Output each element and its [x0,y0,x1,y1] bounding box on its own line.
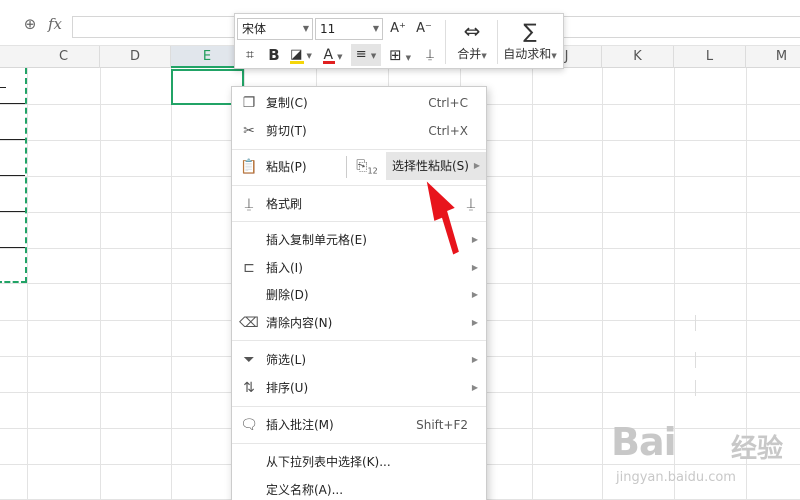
borders-button[interactable]: ⊞ ▼ [385,44,415,66]
align-button[interactable]: ≡ ▼ [351,44,381,66]
paste-special-label: 选择性粘贴(S) [392,159,469,173]
chevron-right-icon: ▶ [471,383,478,392]
chevron-right-icon: ▶ [471,355,478,364]
menu-item-paste[interactable]: 📋 粘贴(P) [232,153,344,181]
menu-item-filter[interactable]: ⏷ 筛选(L) ▶ [232,346,486,374]
font-color-button[interactable]: A ▼ [319,44,347,66]
column-header-l[interactable]: L [674,46,746,68]
menu-item-clear-contents[interactable]: ⌫ 清除内容(N) ▶ [232,309,486,337]
filter-icon: ⏷ [243,352,255,368]
column-header-m[interactable]: M [746,46,800,68]
chevron-right-icon: ▶ [471,235,478,244]
format-painter-icon[interactable]: ⍊ [419,44,441,66]
format-painter-sticky-icon[interactable]: ⍊ [460,190,482,218]
merge-cells-icon: ⇔ [463,19,481,43]
borders-icon: ⊞ [388,46,402,64]
insert-cells-icon: ⊏ [243,260,255,276]
menu-item-delete[interactable]: 删除(D) ▶ [232,281,486,309]
column-header-k[interactable]: K [602,46,674,68]
font-name-value: 宋体 [242,22,267,36]
menu-item-pick-from-list[interactable]: 从下拉列表中选择(K)... [232,448,486,476]
menu-item-paste-special[interactable]: 选择性粘贴(S) ▶ [386,152,486,180]
chevron-down-icon: ▼ [302,24,309,33]
scissors-icon: ✂ [243,123,255,139]
copy-icon: ❐ [242,95,256,111]
menu-item-copy[interactable]: ❐ 复制(C) Ctrl+C [232,89,486,117]
mini-toolbar: 宋体 ▼ 11 ▼ A⁺ A⁻ ⌗ B ◪ ▼ A ▼ ≡ ▼ ⊞ ▼ ⍊ ⇔ … [234,13,564,69]
red-arrow-annotation [426,181,459,255]
align-center-icon: ≡ [355,47,367,62]
decrease-font-icon[interactable]: A⁻ [413,18,435,40]
format-painter-icon: ⍊ [244,196,254,212]
chevron-down-icon: ▼ [372,24,379,33]
magnify-icon[interactable]: ⊕ [20,14,40,34]
eraser-icon: ⌫ [239,315,259,331]
fill-color-swatch [290,61,304,64]
watermark-url: jingyan.baidu.com [616,470,736,485]
merge-button[interactable]: ⇔ 合并▼ [449,18,495,64]
autosum-label: 自动求和 [503,47,552,61]
font-name-select[interactable]: 宋体 ▼ [237,18,313,40]
bold-button[interactable]: B [263,44,285,66]
paint-bucket-icon: ◪ [290,47,303,62]
font-size-value: 11 [320,22,336,36]
chevron-right-icon: ▶ [471,263,478,272]
column-header-c[interactable]: C [28,46,100,68]
menu-item-insert-comment[interactable]: 🗨 插入批注(M) Shift+F2 [232,411,486,439]
paste-values-icon[interactable]: ⎘12 [354,152,380,180]
chevron-right-icon: ▶ [473,161,480,170]
sort-icon: ⇅ [243,380,255,396]
column-header-d[interactable]: D [100,46,171,68]
convert-icon[interactable]: ⌗ [239,44,261,66]
copy-marquee [0,68,27,283]
menu-item-insert[interactable]: ⊏ 插入(I) ▶ [232,254,486,282]
paste-divider [346,156,347,178]
clipboard-icon: 📋 [240,159,258,175]
watermark-logo: Bai [611,420,677,464]
fill-color-button[interactable]: ◪ ▼ [287,44,315,66]
baidu-watermark: Bai 经验 jingyan.baidu.com [611,420,800,500]
context-menu: ❐ 复制(C) Ctrl+C ✂ 剪切(T) Ctrl+X 📋 粘贴(P) ⍊ … [231,86,696,500]
autosum-button[interactable]: ∑ 自动求和▼ [499,18,561,64]
font-color-swatch [323,61,335,64]
merge-label: 合并 [457,47,482,61]
watermark-logo-cn: 经验 [731,434,784,464]
comment-add-icon: 🗨 [240,417,258,433]
menu-item-sort[interactable]: ⇅ 排序(U) ▶ [232,374,486,402]
sigma-icon: ∑ [523,19,537,43]
menu-item-define-name[interactable]: 定义名称(A)... [232,476,486,500]
fx-icon[interactable]: fx [45,14,65,34]
font-size-select[interactable]: 11 ▼ [315,18,383,40]
increase-font-icon[interactable]: A⁺ [387,18,409,40]
chevron-right-icon: ▶ [471,290,478,299]
chevron-right-icon: ▶ [471,318,478,327]
menu-item-cut[interactable]: ✂ 剪切(T) Ctrl+X [232,117,486,145]
